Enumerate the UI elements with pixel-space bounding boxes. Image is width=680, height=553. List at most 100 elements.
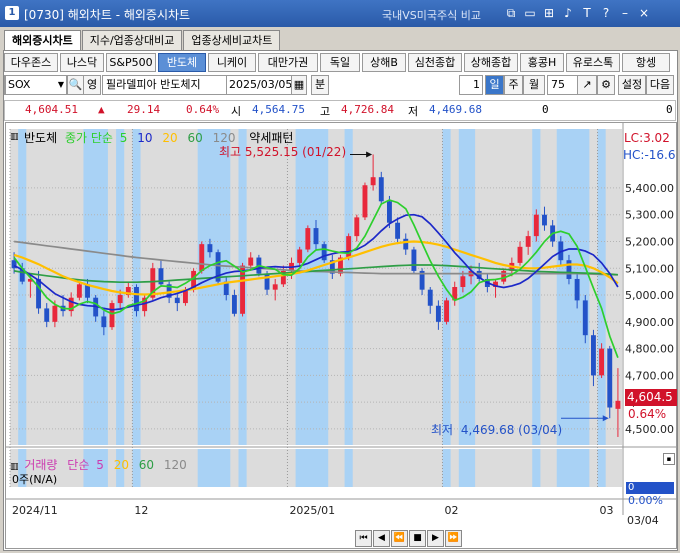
legend-ma5: 5 xyxy=(119,131,128,145)
candle-body-62 xyxy=(517,246,523,263)
chart-options-icon[interactable]: ▥ xyxy=(10,132,19,142)
high-price: 4,726.84 xyxy=(341,103,394,116)
first-icon[interactable]: ⏮ xyxy=(355,530,372,547)
candle-body-48 xyxy=(403,238,409,250)
next-icon[interactable]: ⏩ xyxy=(445,530,462,547)
volume-axis-tag: 0 xyxy=(626,482,674,494)
pattern-band-11 xyxy=(556,129,590,445)
market-button-2[interactable]: S&P500 xyxy=(106,53,156,72)
search-icon[interactable]: 🔍 xyxy=(67,75,84,95)
legend-ma20: 20 xyxy=(162,131,178,145)
market-button-4[interactable]: 니케이 xyxy=(208,53,256,72)
candle-body-51 xyxy=(427,289,433,306)
tab-1[interactable]: 지수/업종상대비교 xyxy=(81,30,183,50)
x-label-1: 12 xyxy=(134,504,148,517)
market-button-6[interactable]: 독일 xyxy=(320,53,360,72)
volume-value-label: 0주(N/A) xyxy=(12,473,58,486)
candle-body-5 xyxy=(52,305,58,322)
bars-input[interactable]: 75 xyxy=(547,75,580,95)
rewind-icon[interactable]: ⏪ xyxy=(391,530,408,547)
volume-pattern-band-6 xyxy=(295,449,329,487)
legend-ma60: 60 xyxy=(187,131,203,145)
candle-body-43 xyxy=(362,185,368,218)
symbol-name: 필라델피아 반도체지 xyxy=(102,75,228,95)
tab-2[interactable]: 업종상세비교차트 xyxy=(183,30,281,50)
prev-icon[interactable]: ◀ xyxy=(373,530,390,547)
market-button-10[interactable]: 홍콩H xyxy=(520,53,564,72)
x-label-3: 02 xyxy=(444,504,458,517)
volume-panel-toggle[interactable]: ▪ xyxy=(663,453,675,465)
help-icon[interactable]: ? xyxy=(598,4,614,22)
text-size-icon[interactable]: T xyxy=(579,4,595,22)
settings-button[interactable]: 설정 xyxy=(618,75,646,95)
candle-body-11 xyxy=(101,316,107,328)
legend-ma10: 10 xyxy=(137,131,153,145)
stop-icon[interactable]: ■ xyxy=(409,530,426,547)
next-button[interactable]: 다음 xyxy=(646,75,674,95)
minimize-icon[interactable]: – xyxy=(617,4,633,22)
indicator-icon[interactable]: ↗ xyxy=(577,75,597,95)
compare-link[interactable]: 국내VS미국주식 비교 xyxy=(382,7,481,23)
y-tick-0: 5,400.00 xyxy=(625,182,674,195)
candle-body-44 xyxy=(370,177,376,186)
candle-body-74 xyxy=(615,400,621,409)
market-button-0[interactable]: 다우존스 xyxy=(4,53,58,72)
candle-body-24 xyxy=(207,244,213,253)
candle-body-27 xyxy=(231,295,237,314)
low-annotation-label: 최저 xyxy=(431,423,454,437)
market-button-8[interactable]: 심천종합 xyxy=(408,53,462,72)
minute-button[interactable]: 분 xyxy=(311,75,329,95)
lc-label: LC:3.02 xyxy=(624,131,670,145)
chart-canvas[interactable]: 5,400.00 5,300.00 5,200.00 5,100.00 5,000.00… xyxy=(6,123,676,548)
market-button-1[interactable]: 나스닥 xyxy=(60,53,104,72)
y-tick-5: 4,900.00 xyxy=(625,316,674,329)
eng-toggle[interactable]: 영 xyxy=(83,75,101,95)
legend-name: 반도체 xyxy=(24,131,58,145)
pattern-band-7 xyxy=(344,129,353,445)
symbol-select[interactable]: SOX ▼ xyxy=(4,75,67,95)
market-button-11[interactable]: 유로스톡 xyxy=(566,53,620,72)
calendar-icon[interactable]: ▦ xyxy=(291,75,307,95)
market-button-7[interactable]: 상해B xyxy=(362,53,406,72)
date-input[interactable]: 2025/03/05 xyxy=(226,75,293,95)
volume-value: 0 xyxy=(542,103,549,116)
y-tick-9: 4,500.00 xyxy=(625,423,674,436)
screen-number-icon: 1 xyxy=(5,6,19,20)
window-icon[interactable]: ▭ xyxy=(522,4,538,22)
candle-body-36 xyxy=(305,228,311,250)
x-label-2: 2025/01 xyxy=(289,504,335,517)
day-button[interactable]: 일 xyxy=(485,75,504,95)
y-tick-2: 5,200.00 xyxy=(625,235,674,248)
tab-0[interactable]: 해외증시차트 xyxy=(4,30,81,51)
week-button[interactable]: 주 xyxy=(504,75,523,95)
market-button-9[interactable]: 상해종합 xyxy=(464,53,518,72)
grid-icon[interactable]: ⊞ xyxy=(541,4,557,22)
close-icon[interactable]: × xyxy=(636,4,652,22)
gear-icon[interactable]: ⚙ xyxy=(597,75,615,95)
count-input[interactable]: 1 xyxy=(459,75,483,95)
market-button-3[interactable]: 반도체 xyxy=(158,53,206,72)
market-button-5[interactable]: 대만가권 xyxy=(258,53,318,72)
candle-body-42 xyxy=(354,217,360,237)
pattern-band-0 xyxy=(18,129,27,445)
volume-pattern-band-7 xyxy=(344,449,353,487)
hc-label: HC:-16.66 xyxy=(623,148,675,162)
low-label: 저 xyxy=(408,105,419,118)
candle-body-8 xyxy=(76,284,82,298)
price-chart[interactable]: 5,400.00 5,300.00 5,200.00 5,100.00 5,000.00… xyxy=(5,122,677,549)
play-icon[interactable]: ▶ xyxy=(427,530,444,547)
candle-body-69 xyxy=(574,278,580,301)
month-button[interactable]: 월 xyxy=(523,75,545,95)
open-label: 시 xyxy=(231,105,242,118)
link-icon[interactable]: ⧉ xyxy=(503,4,519,22)
candle-body-64 xyxy=(533,214,539,237)
candle-body-73 xyxy=(607,348,613,408)
candle-body-53 xyxy=(444,300,450,322)
x-label-4: 03 xyxy=(600,504,614,517)
high-label: 고 xyxy=(320,105,331,118)
volume-pattern-band-4 xyxy=(197,449,231,487)
y-tick-1: 5,300.00 xyxy=(625,209,674,222)
speaker-icon[interactable]: ♪ xyxy=(560,4,576,22)
market-button-12[interactable]: 항셍 xyxy=(622,53,670,72)
candle-body-23 xyxy=(199,244,205,271)
